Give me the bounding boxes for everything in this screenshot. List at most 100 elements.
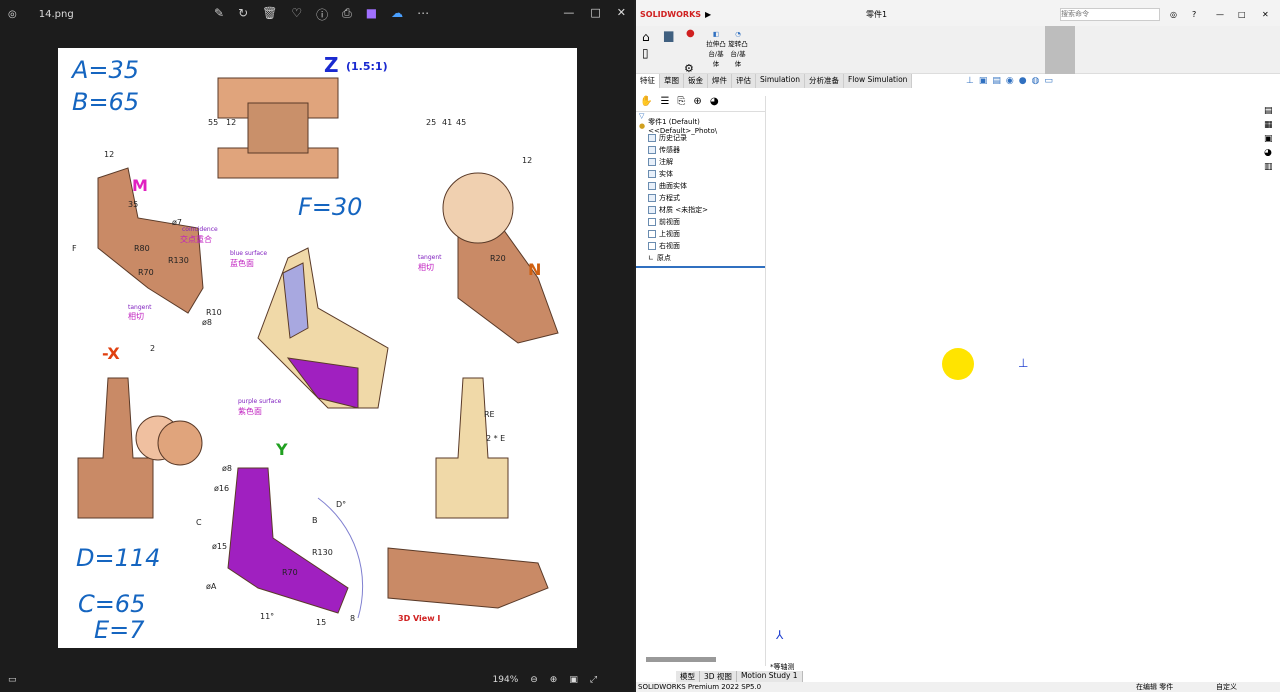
sw-close-button[interactable]: ✕ (1262, 10, 1269, 19)
delete-icon[interactable]: 🗑 (262, 6, 277, 23)
cloud-icon[interactable]: ☁ (391, 6, 403, 23)
save-icon[interactable]: ▆ (664, 28, 673, 42)
editing-status: 在编辑 零件 (1136, 683, 1174, 691)
search-commands-input[interactable] (1060, 8, 1160, 21)
equation-icon (648, 194, 656, 202)
print-icon[interactable]: ⎙ (342, 6, 352, 23)
dim: 55 (208, 118, 219, 127)
command-manager: ⌂ ▆ ● ▯ ⚙ ◧ 拉伸凸台/基体 ◔ 旋转凸台/基体 (636, 26, 1280, 75)
dim: 12 (104, 150, 115, 159)
fullscreen-icon[interactable]: ⤢ (590, 675, 597, 685)
extrude-boss-button[interactable]: ◧ 拉伸凸台/基体 (706, 30, 726, 68)
tree-item-annotations[interactable]: 注解 (636, 156, 765, 168)
new-icon[interactable]: ▯ (642, 46, 649, 60)
rollback-bar[interactable] (636, 266, 765, 268)
window-controls: — □ ✕ (563, 6, 626, 19)
tree-item-sensors[interactable]: 传感器 (636, 144, 765, 156)
configuration-manager-tab-icon[interactable]: ⎘ (677, 96, 685, 111)
tree-item-right-plane[interactable]: 右视面 (636, 240, 765, 252)
feature-manager-tab-icon[interactable]: ✋ (640, 96, 652, 111)
tab-evaluate[interactable]: 评估 (732, 74, 756, 88)
tab-analysis-prep[interactable]: 分析准备 (804, 74, 844, 88)
tab-features[interactable]: 特征 (636, 74, 660, 88)
clipchamp-icon[interactable]: ■ (366, 6, 377, 23)
sw-minimize-button[interactable]: — (1216, 10, 1224, 19)
tab-simulation[interactable]: Simulation (756, 74, 805, 88)
tree-item-label: 实体 (659, 170, 673, 178)
tree-item-equations[interactable]: 方程式 (636, 192, 765, 204)
task-pane-tabs[interactable]: ▤ ▦ ▣ ◕ ▥ (1264, 104, 1276, 174)
dim: R10 (206, 308, 222, 317)
tree-item-solid-bodies[interactable]: 实体 (636, 168, 765, 180)
tree-item-label: 前视面 (659, 218, 680, 226)
feature-manager-tree: ✋ ☰ ⎘ ⊕ ◕ ▽ ● 零件1 (Default) <<Default>_Photo\… (636, 96, 766, 666)
dimxpert-tab-icon[interactable]: ⊕ (693, 96, 701, 111)
tab-3d-views[interactable]: 3D 视图 (700, 671, 737, 682)
purple-surface-note-en: purple surface (238, 398, 282, 405)
display-manager-tab-icon[interactable]: ◕ (710, 96, 719, 111)
tree-item-label: 上视面 (659, 230, 680, 238)
home-icon[interactable]: ⌂ (642, 30, 650, 44)
tree-scrollbar[interactable] (646, 657, 716, 662)
dim: R20 (490, 254, 506, 263)
tab-sketch[interactable]: 草图 (660, 74, 684, 88)
tree-item-origin[interactable]: ∟ 原点 (636, 252, 765, 264)
more-icon[interactable]: ⋯ (417, 6, 429, 23)
tree-item-front-plane[interactable]: 前视面 (636, 216, 765, 228)
edit-icon[interactable]: ✎ (214, 6, 224, 23)
sensor-icon (648, 146, 656, 154)
view-y-part (227, 467, 349, 614)
minimize-button[interactable]: — (563, 6, 574, 19)
history-icon (648, 134, 656, 142)
view-z-scale: (1.5:1) (346, 60, 388, 73)
tab-weldments[interactable]: 焊件 (708, 74, 732, 88)
zoom-in-icon[interactable]: ⊕ (550, 675, 558, 685)
version-text: SOLIDWORKS Premium 2022 SP5.0 (638, 683, 762, 691)
heart-icon[interactable]: ♡ (291, 6, 302, 23)
fit-icon[interactable]: ▣ (569, 675, 578, 685)
heads-up-view-toolbar[interactable]: ⊥▣▤◉●◍▭ (966, 76, 1058, 86)
sw-maximize-button[interactable]: □ (1238, 10, 1246, 19)
origin-triad-icon: ⊥ (1018, 356, 1029, 370)
menu-arrow-icon[interactable]: ▶ (705, 10, 711, 19)
traffic-light-icon[interactable]: ● (686, 28, 695, 39)
tangent2-note: 相切 (418, 263, 434, 272)
units-selector[interactable]: 自定义 (1216, 682, 1237, 692)
tree-root[interactable]: ● 零件1 (Default) <<Default>_Photo\ (636, 118, 765, 135)
dim: 15 (316, 618, 327, 627)
note-f: F=30 (298, 193, 363, 221)
property-manager-tab-icon[interactable]: ☰ (660, 96, 669, 111)
photos-app-icon: ◎ (8, 8, 17, 20)
filmstrip-icon[interactable]: ▭ (8, 675, 17, 685)
note-b: B=65 (72, 88, 140, 116)
tree-item-surface-bodies[interactable]: 曲面实体 (636, 180, 765, 192)
instant3d-button[interactable] (1045, 26, 1075, 74)
tree-item-material[interactable]: 材质 <未指定> (636, 204, 765, 216)
tree-item-label: 历史记录 (659, 134, 687, 142)
tree-item-label: 材质 <未指定> (659, 206, 708, 214)
tangent-note: 相切 (128, 312, 144, 321)
view-y-label: Y (276, 440, 288, 459)
zoom-out-icon[interactable]: ⊖ (530, 675, 538, 685)
dim: 45 (456, 118, 467, 127)
rotate-icon[interactable]: ↻ (238, 6, 248, 23)
dim: R80 (134, 244, 150, 253)
maximize-button[interactable]: □ (590, 6, 600, 19)
tree-item-top-plane[interactable]: 上视面 (636, 228, 765, 240)
viewer-statusbar: ▭ 194% ⊖ ⊕ ▣ ⤢ (0, 668, 634, 692)
solid-body-icon (648, 170, 656, 178)
plane-icon (648, 218, 656, 226)
dim: ø8 (222, 464, 232, 473)
help-icon[interactable]: ? (1192, 10, 1196, 19)
tab-motion-study[interactable]: Motion Study 1 (736, 671, 803, 682)
user-icon[interactable]: ◎ (1170, 10, 1177, 19)
tab-sheet-metal[interactable]: 钣金 (684, 74, 708, 88)
surface-body-icon (648, 182, 656, 190)
extrude-label: 拉伸凸台/基体 (706, 40, 726, 68)
tab-model[interactable]: 模型 (676, 671, 700, 682)
dim: R70 (282, 568, 298, 577)
info-icon[interactable]: ⓘ (316, 6, 328, 23)
tab-flow-simulation[interactable]: Flow Simulation (843, 74, 913, 88)
revolve-boss-button[interactable]: ◔ 旋转凸台/基体 (728, 30, 748, 68)
close-button[interactable]: ✕ (617, 6, 626, 19)
